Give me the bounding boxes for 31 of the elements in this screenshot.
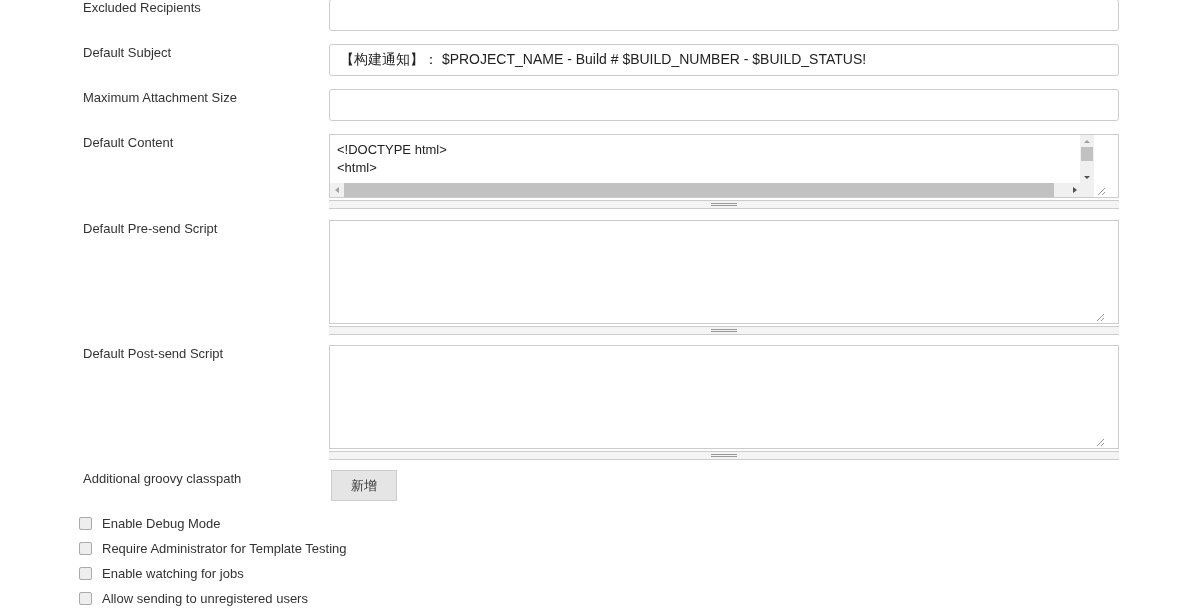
script-textarea[interactable] xyxy=(329,220,1119,324)
text-field[interactable] xyxy=(329,0,1119,31)
resize-grip-icon xyxy=(1095,312,1105,322)
resize-grip-icon xyxy=(1096,186,1106,196)
resize-handle[interactable] xyxy=(329,326,1119,335)
field-label: Excluded Recipients xyxy=(82,0,202,17)
resize-handle[interactable] xyxy=(329,200,1119,209)
code-text: <!DOCTYPE html> <html> xyxy=(337,141,447,177)
checkbox-label: Require Administrator for Template Testing xyxy=(102,540,347,557)
text-field[interactable]: 【构建通知】： $PROJECT_NAME - Build # $BUILD_NUMBER - $BUILD_STATUS! xyxy=(329,44,1119,76)
code-textarea[interactable]: <!DOCTYPE html> <html> xyxy=(329,134,1119,198)
add-button[interactable]: 新增 xyxy=(331,470,397,501)
field-label: Default Pre-send Script xyxy=(82,220,219,238)
checkbox[interactable] xyxy=(79,517,92,530)
text-field[interactable] xyxy=(329,89,1119,121)
checkbox-label: Enable watching for jobs xyxy=(102,565,244,582)
checkbox-label: Allow sending to unregistered users xyxy=(102,590,308,607)
field-label: Maximum Attachment Size xyxy=(82,89,238,107)
checkbox[interactable] xyxy=(79,592,92,605)
script-textarea[interactable] xyxy=(329,345,1119,449)
field-label: Default Post-send Script xyxy=(82,345,225,363)
vertical-scrollbar[interactable] xyxy=(1080,135,1094,183)
field-label: Default Content xyxy=(82,134,175,152)
resize-grip-icon xyxy=(1095,437,1105,447)
checkbox-label: Enable Debug Mode xyxy=(102,515,221,532)
field-label: Default Subject xyxy=(82,44,173,62)
scrollbar-thumb[interactable] xyxy=(1081,147,1093,161)
checkbox[interactable] xyxy=(79,542,92,555)
field-label: Additional groovy classpath xyxy=(82,470,243,488)
resize-handle[interactable] xyxy=(329,451,1119,460)
checkbox[interactable] xyxy=(79,567,92,580)
